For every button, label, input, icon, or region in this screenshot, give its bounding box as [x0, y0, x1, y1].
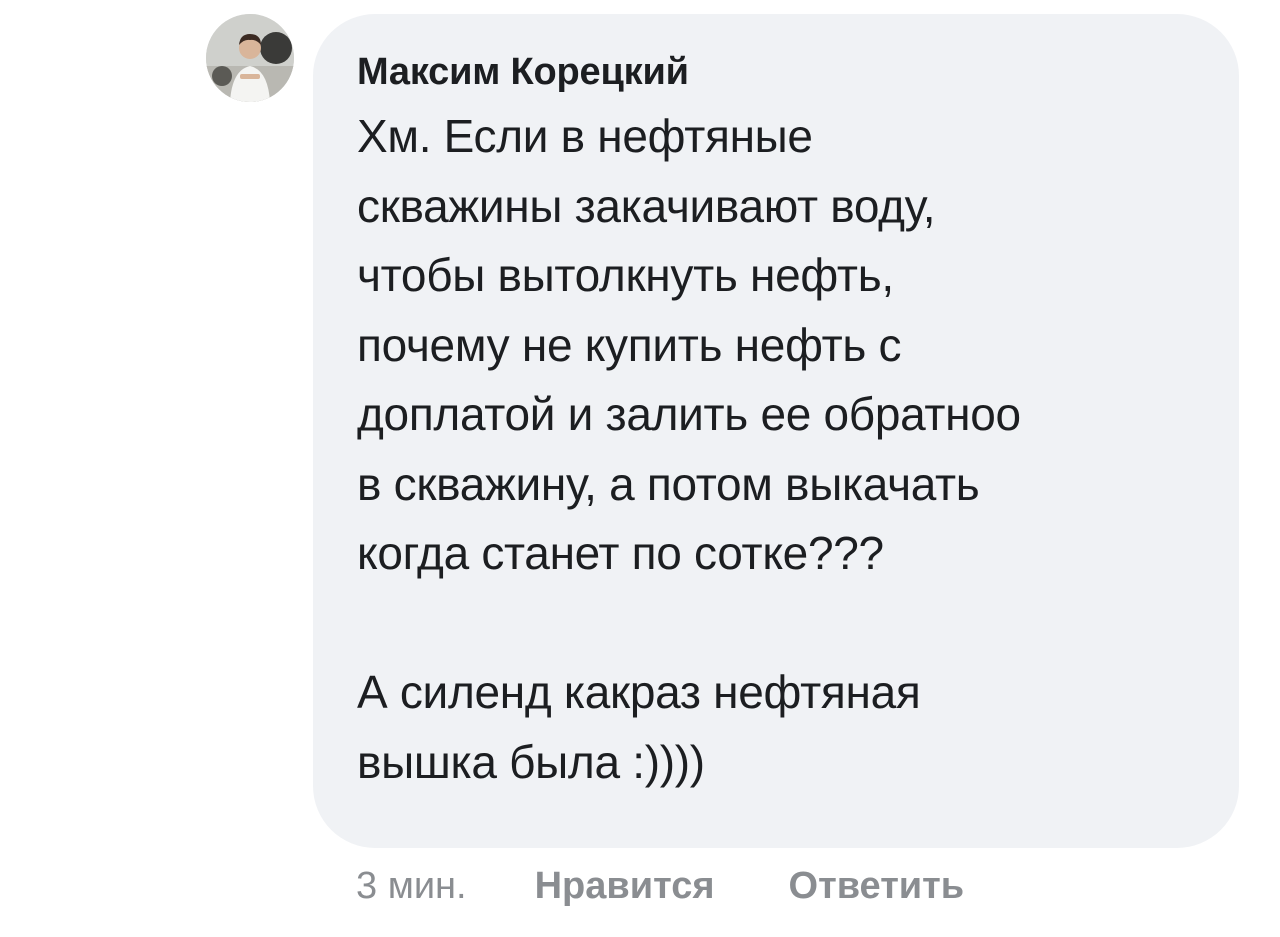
- comment-bubble: Максим Корецкий Хм. Если в нефтяные сква…: [313, 14, 1239, 848]
- avatar-photo: [206, 14, 294, 102]
- reply-button[interactable]: Ответить: [789, 865, 965, 908]
- comment-actions: 3 мин. Нравится Ответить: [356, 858, 1038, 914]
- comment-timestamp[interactable]: 3 мин.: [356, 865, 467, 908]
- like-button[interactable]: Нравится: [535, 865, 715, 908]
- comment-text: Хм. Если в нефтяные скважины закачивают …: [357, 110, 1021, 788]
- comment-author[interactable]: Максим Корецкий: [357, 46, 1199, 98]
- avatar[interactable]: [206, 14, 294, 102]
